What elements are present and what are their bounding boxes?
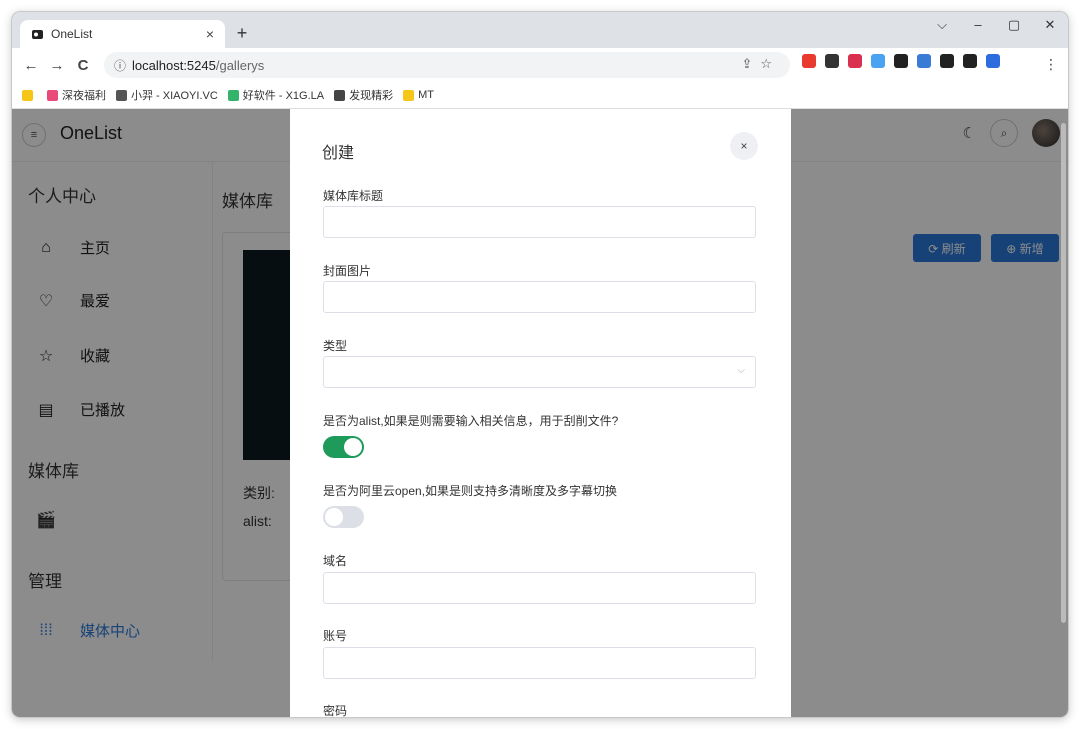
url-path: /gallerys bbox=[215, 57, 265, 73]
extension-icon[interactable] bbox=[848, 54, 862, 68]
new-tab-button[interactable]: + bbox=[230, 23, 254, 44]
bookmark-label: 好软件 - X1G.LA bbox=[242, 90, 325, 102]
cover-label: 封面图片 bbox=[323, 264, 372, 278]
browser-toolbar: ← → C ⓘ localhost:5245/gallerys ⇪☆ ⋮ bbox=[12, 48, 1068, 82]
bookmark-icon bbox=[227, 89, 239, 101]
extension-icon[interactable] bbox=[986, 54, 1000, 68]
site-info-icon[interactable]: ⓘ bbox=[114, 57, 126, 74]
extension-icon[interactable] bbox=[894, 54, 908, 68]
close-icon[interactable]: × bbox=[730, 132, 758, 160]
browser-menu-icon[interactable]: ⋮ bbox=[1044, 56, 1058, 73]
title-label: 媒体库标题 bbox=[323, 189, 384, 203]
bookmark-item[interactable]: 小羿 - XIAOYI.VC bbox=[116, 87, 218, 103]
toggle-knob bbox=[344, 438, 362, 456]
address-bar[interactable]: ⓘ localhost:5245/gallerys ⇪☆ bbox=[104, 52, 790, 78]
account-input[interactable] bbox=[323, 647, 756, 679]
browser-window: OneList × + ⌵ – ▢ ✕ ← → C ⓘ localhost:52… bbox=[12, 12, 1068, 717]
onelist-favicon-icon bbox=[30, 27, 44, 41]
dialog-title: 创建 bbox=[322, 145, 355, 162]
library-title-input[interactable] bbox=[323, 206, 756, 238]
page-scrollbar[interactable] bbox=[1061, 123, 1066, 623]
alist-label: 是否为alist,如果是则需要输入相关信息，用于刮削文件? bbox=[323, 414, 619, 428]
type-label: 类型 bbox=[323, 339, 348, 353]
reload-icon[interactable]: C bbox=[70, 57, 96, 74]
bookmark-item[interactable]: 深夜福利 bbox=[47, 87, 106, 103]
extension-icon[interactable] bbox=[802, 54, 816, 68]
account-label: 账号 bbox=[323, 629, 348, 643]
tab-search-icon[interactable]: ⌵ bbox=[924, 12, 960, 40]
extensions-bar bbox=[802, 54, 1000, 68]
window-controls: ⌵ – ▢ ✕ bbox=[924, 12, 1068, 40]
extension-icon[interactable] bbox=[825, 54, 839, 68]
bookmark-item[interactable] bbox=[22, 89, 37, 101]
bookmark-icon bbox=[334, 89, 346, 101]
close-window-icon[interactable]: ✕ bbox=[1032, 12, 1068, 40]
type-select[interactable]: ⌵ bbox=[323, 356, 756, 388]
aliyun-label: 是否为阿里云open,如果是则支持多清晰度及多字幕切换 bbox=[323, 484, 618, 498]
back-icon[interactable]: ← bbox=[18, 57, 44, 74]
tab-close-icon[interactable]: × bbox=[201, 26, 219, 42]
aliyun-toggle[interactable] bbox=[323, 506, 364, 528]
bookmark-label: 深夜福利 bbox=[62, 90, 106, 102]
bookmark-label: MT bbox=[418, 89, 434, 101]
maximize-icon[interactable]: ▢ bbox=[996, 12, 1032, 40]
bookmarks-bar: 深夜福利 小羿 - XIAOYI.VC 好软件 - X1G.LA 发现精彩 MT bbox=[12, 82, 1068, 109]
onelist-app: ≡ OneList ☾ ⌕ 个人中心 ⌂ 主页 ♡ 最爱 ☆ 收藏 ▤ 已播放 媒体库 … bbox=[12, 109, 1068, 717]
bookmark-icon bbox=[403, 89, 415, 101]
domain-input[interactable] bbox=[323, 572, 756, 604]
bookmark-label: 小羿 - XIAOYI.VC bbox=[131, 90, 218, 102]
tab-strip: OneList × + ⌵ – ▢ ✕ bbox=[12, 12, 1068, 48]
url-host: localhost:5245 bbox=[132, 57, 216, 73]
browser-tab[interactable]: OneList × bbox=[20, 20, 225, 48]
forward-icon[interactable]: → bbox=[44, 57, 70, 74]
tab-title: OneList bbox=[51, 27, 93, 41]
password-label: 密码 bbox=[323, 704, 348, 717]
toggle-knob bbox=[325, 508, 343, 526]
chevron-down-icon: ⌵ bbox=[737, 365, 745, 376]
extension-icon[interactable] bbox=[871, 54, 885, 68]
extension-icon[interactable] bbox=[917, 54, 931, 68]
extension-icon[interactable] bbox=[940, 54, 954, 68]
extension-icon[interactable] bbox=[963, 54, 977, 68]
bookmark-item[interactable]: 好软件 - X1G.LA bbox=[227, 87, 325, 103]
bookmark-item[interactable]: MT bbox=[403, 89, 434, 101]
share-bookmark-icons[interactable]: ⇪☆ bbox=[741, 56, 780, 72]
bookmark-icon bbox=[116, 89, 127, 101]
cover-image-input[interactable] bbox=[323, 281, 756, 313]
create-dialog: 创建 × 媒体库标题 封面图片 类型 ⌵ 是否为alist,如果是则需要输入相关… bbox=[290, 109, 791, 717]
bookmark-icon bbox=[47, 89, 58, 101]
alist-toggle[interactable] bbox=[323, 436, 364, 458]
bookmark-label: 发现精彩 bbox=[349, 90, 394, 102]
domain-label: 域名 bbox=[323, 554, 348, 568]
bookmark-icon bbox=[22, 89, 33, 101]
minimize-icon[interactable]: – bbox=[960, 12, 996, 40]
bookmark-item[interactable]: 发现精彩 bbox=[334, 87, 393, 103]
